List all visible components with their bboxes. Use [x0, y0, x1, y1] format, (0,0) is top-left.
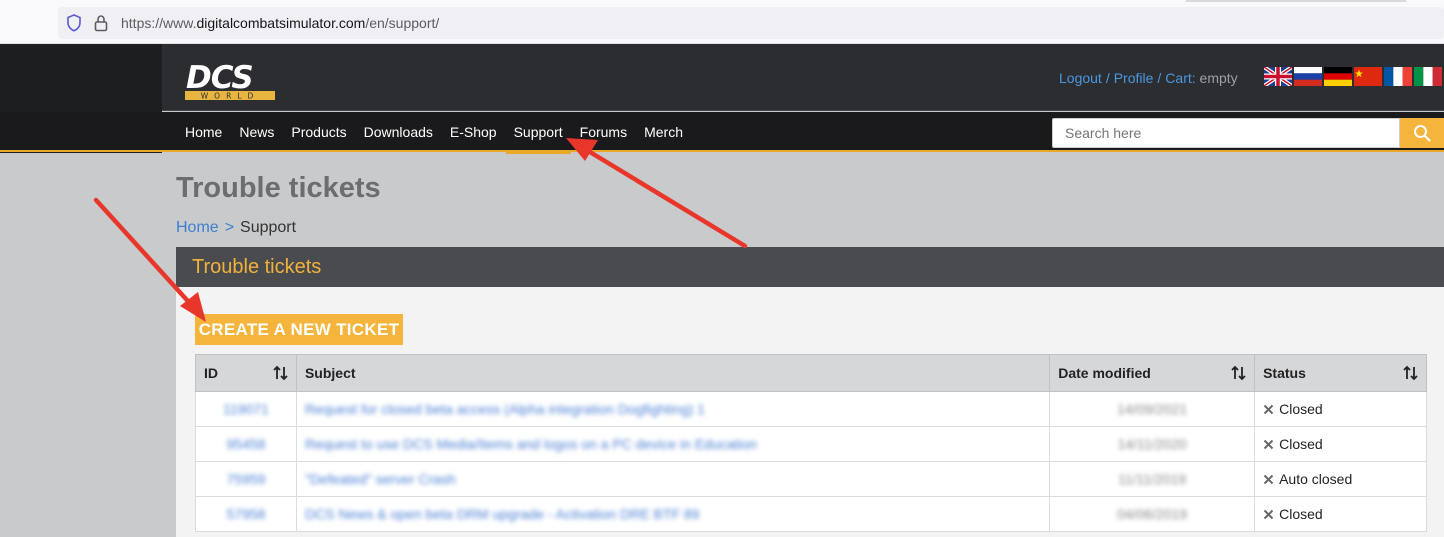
ticket-subject-value: "Defeated" server Crash — [304, 471, 456, 487]
ticket-id[interactable]: 57958 — [195, 496, 297, 532]
ticket-id[interactable]: 75959 — [195, 461, 297, 497]
table-row[interactable]: 75959 "Defeated" server Crash 11/11/2019… — [195, 461, 1427, 497]
nav-merch[interactable]: Merch — [644, 124, 683, 140]
nav-eshop[interactable]: E-Shop — [450, 124, 497, 140]
section-title: Trouble tickets — [192, 256, 322, 278]
cart-value: empty — [1199, 70, 1238, 86]
ticket-status: Closed — [1254, 426, 1427, 462]
logo-sub: WORLD — [201, 92, 259, 101]
search-icon — [1414, 125, 1431, 142]
profile-link[interactable]: Profile — [1114, 70, 1154, 86]
header-date[interactable]: Date modified — [1049, 354, 1256, 392]
ticket-status-value: Closed — [1279, 401, 1323, 417]
breadcrumb-current: Support — [240, 219, 297, 236]
ticket-date: 04/06/2019 — [1049, 496, 1256, 532]
ticket-status: Closed — [1254, 391, 1427, 427]
header-subject[interactable]: Subject — [295, 354, 1051, 392]
tickets-table: ID Subject Date modified Status 119071 R… — [195, 354, 1427, 532]
section-header — [176, 247, 1444, 287]
breadcrumb-home[interactable]: Home — [176, 219, 219, 236]
language-flags — [1264, 67, 1442, 87]
ticket-id-value: 95458 — [226, 436, 266, 452]
search-input[interactable] — [1052, 118, 1400, 148]
page-title: Trouble tickets — [176, 172, 381, 204]
cart-link[interactable]: Cart: — [1165, 70, 1195, 86]
close-icon — [1263, 474, 1274, 485]
nav-news[interactable]: News — [239, 124, 274, 140]
link-separator: / — [1105, 70, 1110, 86]
nav-home[interactable]: Home — [185, 124, 222, 140]
nav-downloads[interactable]: Downloads — [364, 124, 433, 140]
ticket-status: Closed — [1254, 496, 1427, 532]
breadcrumb-separator: > — [224, 219, 235, 236]
ticket-date-value: 14/09/2021 — [1117, 401, 1188, 417]
flag-ru-icon[interactable] — [1294, 67, 1322, 86]
header-id[interactable]: ID — [195, 354, 297, 392]
ticket-id-value: 57958 — [226, 506, 266, 522]
nav-products[interactable]: Products — [291, 124, 346, 140]
dcs-logo-icon[interactable]: DCS WORLD — [184, 58, 276, 102]
ticket-id-value: 119071 — [223, 401, 269, 417]
ticket-id[interactable]: 119071 — [195, 391, 297, 427]
table-header-row: ID Subject Date modified Status — [195, 354, 1427, 392]
close-icon — [1263, 509, 1274, 520]
create-ticket-button[interactable]: CREATE A NEW TICKET — [195, 314, 403, 345]
ticket-subject[interactable]: DCS News & open beta DRM upgrade - Activ… — [295, 496, 1051, 532]
ticket-date-value: 11/11/2019 — [1118, 471, 1187, 487]
header-status-label: Status — [1263, 365, 1306, 381]
url-text[interactable]: https://www.digitalcombatsimulator.com/e… — [121, 15, 439, 31]
url-prefix: https://www. — [121, 15, 197, 31]
close-icon — [1263, 404, 1274, 415]
ticket-subject[interactable]: Request for closed beta access (Alpha in… — [295, 391, 1051, 427]
flag-uk-icon[interactable] — [1264, 67, 1292, 86]
ticket-id[interactable]: 95458 — [195, 426, 297, 462]
header-date-label: Date modified — [1058, 365, 1151, 381]
ticket-date-value: 14/11/2020 — [1117, 436, 1187, 452]
url-path: /en/support/ — [365, 15, 440, 31]
nav-items: Home News Products Downloads E-Shop Supp… — [185, 124, 700, 154]
ticket-status-value: Closed — [1279, 506, 1323, 522]
flag-de-icon[interactable] — [1324, 67, 1352, 86]
flag-cn-icon[interactable] — [1354, 67, 1382, 86]
ticket-status-value: Closed — [1279, 436, 1323, 452]
nav-forums[interactable]: Forums — [580, 124, 627, 140]
ticket-date-value: 04/06/2019 — [1117, 506, 1188, 522]
close-icon — [1263, 439, 1274, 450]
ticket-subject[interactable]: "Defeated" server Crash — [295, 461, 1051, 497]
flag-fr-icon[interactable] — [1384, 67, 1412, 86]
breadcrumb: Home > Support — [176, 219, 296, 237]
ticket-subject-value: Request to use DCS Media/Items and logos… — [304, 436, 758, 452]
header-id-label: ID — [204, 365, 218, 381]
search-button[interactable] — [1400, 118, 1444, 148]
ticket-id-value: 75959 — [226, 471, 266, 487]
ticket-subject-value: Request for closed beta access (Alpha in… — [304, 401, 705, 417]
ticket-date: 14/11/2020 — [1049, 426, 1256, 462]
header-status[interactable]: Status — [1254, 354, 1427, 392]
ticket-date: 14/09/2021 — [1049, 391, 1256, 427]
ticket-status: Auto closed — [1254, 461, 1427, 497]
table-row[interactable]: 119071 Request for closed beta access (A… — [195, 391, 1427, 427]
lock-icon[interactable] — [94, 14, 108, 32]
user-links: Logout / Profile / Cart: empty — [1059, 70, 1238, 86]
link-separator: / — [1157, 70, 1162, 86]
logout-link[interactable]: Logout — [1059, 70, 1102, 86]
sort-icon[interactable] — [273, 365, 288, 381]
tab-strip-edge — [1186, 0, 1406, 2]
table-row[interactable]: 95458 Request to use DCS Media/Items and… — [195, 426, 1427, 462]
url-host: digitalcombatsimulator.com — [196, 15, 366, 31]
ticket-subject-value: DCS News & open beta DRM upgrade - Activ… — [304, 506, 700, 522]
ticket-date: 11/11/2019 — [1049, 461, 1256, 497]
table-row[interactable]: 57958 DCS News & open beta DRM upgrade -… — [195, 496, 1427, 532]
nav-support[interactable]: Support — [505, 124, 571, 154]
ticket-subject[interactable]: Request to use DCS Media/Items and logos… — [295, 426, 1051, 462]
ticket-status-value: Auto closed — [1279, 471, 1353, 487]
sort-icon[interactable] — [1403, 365, 1418, 381]
sort-icon[interactable] — [1231, 365, 1246, 381]
shield-icon[interactable] — [66, 14, 82, 32]
flag-it-icon[interactable] — [1414, 67, 1442, 86]
